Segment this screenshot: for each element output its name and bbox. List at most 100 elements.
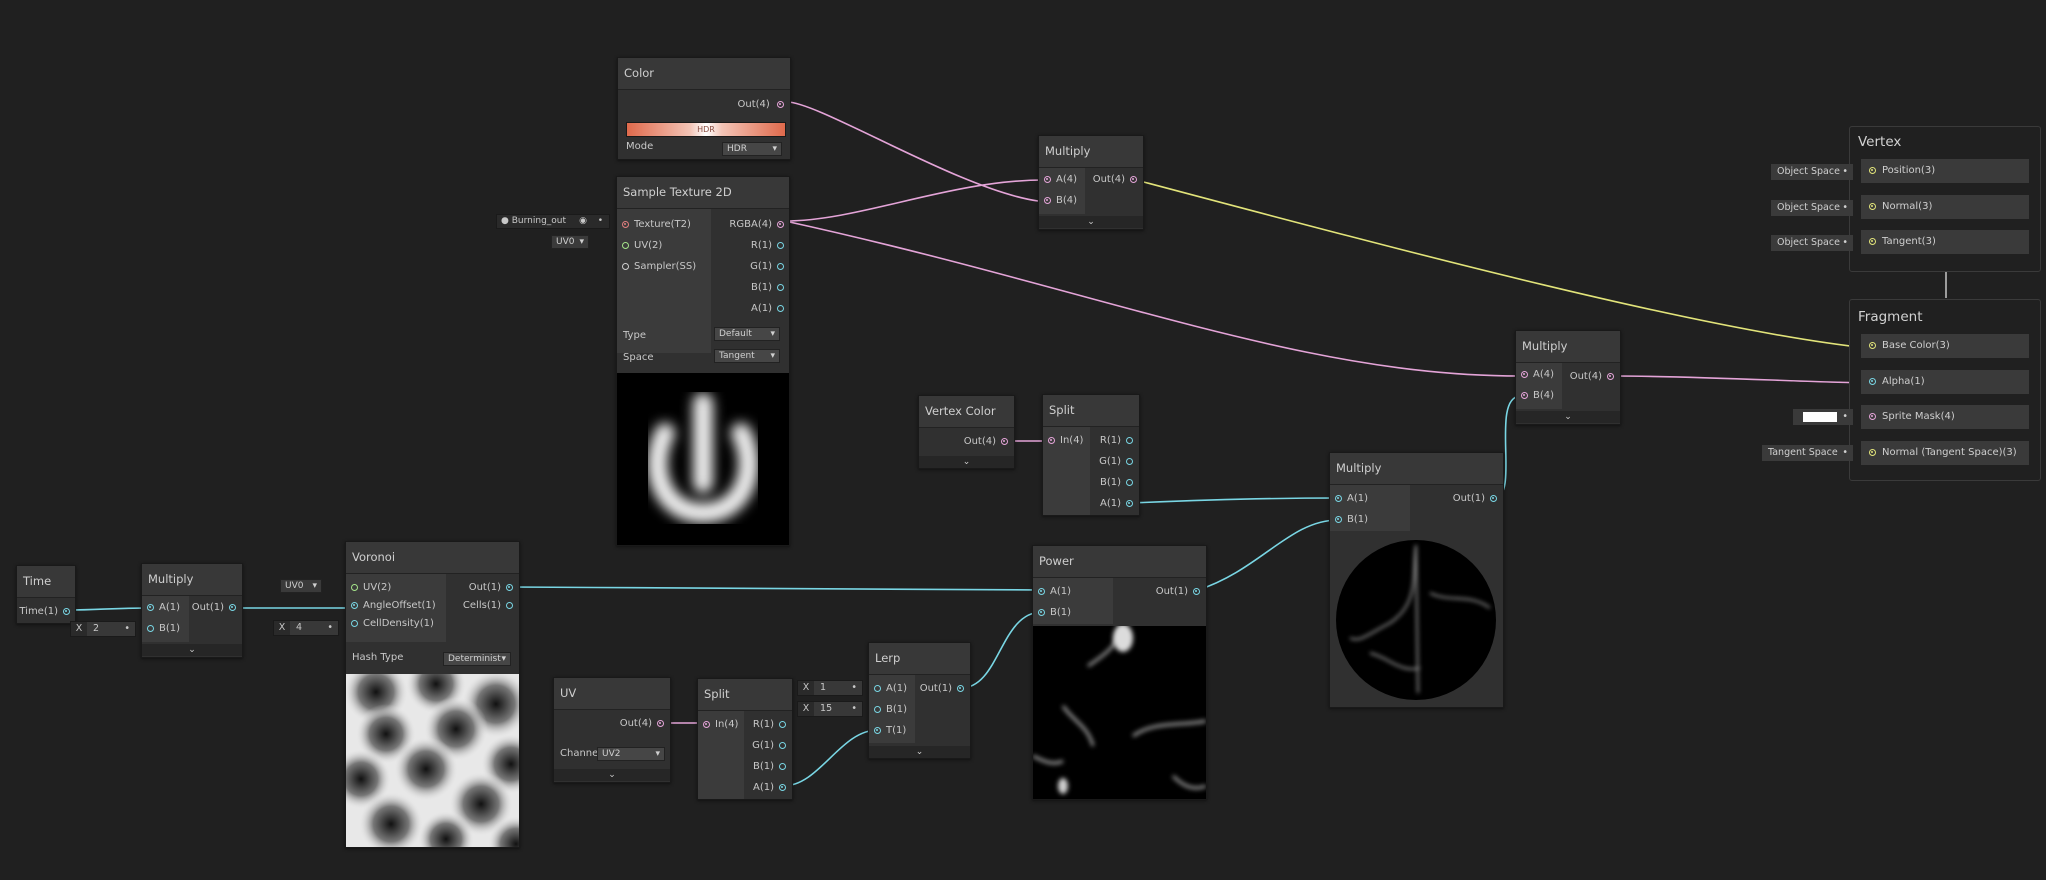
- collapse-chevron-icon[interactable]: ⌄: [869, 746, 970, 758]
- object-picker-icon[interactable]: ◉: [579, 215, 587, 227]
- slot-alpha[interactable]: Alpha(1): [1861, 370, 2029, 394]
- voronoi-node[interactable]: Voronoi UV(2) AngleOffset(1) CellDensity…: [345, 541, 520, 848]
- color-node[interactable]: Color Out(4) HDR Mode HDR: [617, 57, 791, 160]
- rgba-out-port[interactable]: [777, 221, 784, 228]
- collapse-chevron-icon[interactable]: ⌄: [142, 644, 242, 656]
- split-bottom-b-port[interactable]: [779, 763, 786, 770]
- split-bottom-in-port[interactable]: [703, 721, 710, 728]
- texture-in-port[interactable]: [622, 221, 629, 228]
- split-top-r-port[interactable]: [1126, 437, 1133, 444]
- space-dropdown[interactable]: Tangent: [714, 349, 780, 363]
- multiply-right-b-port[interactable]: [1521, 392, 1528, 399]
- lerp-b-port[interactable]: [874, 706, 881, 713]
- multiply-right-a-port[interactable]: [1521, 371, 1528, 378]
- vertex-color-node[interactable]: Vertex Color Out(4) ⌄: [918, 395, 1015, 469]
- tangent-space-field[interactable]: Object Space •: [1771, 235, 1853, 251]
- alpha-port[interactable]: [1869, 378, 1876, 385]
- hdr-color-swatch[interactable]: HDR: [626, 122, 786, 137]
- a-out-port[interactable]: [777, 305, 784, 312]
- multiply-left-b-port[interactable]: [147, 625, 154, 632]
- fragment-stack[interactable]: Fragment Base Color(3) Alpha(1) Sprite M…: [1849, 299, 2041, 481]
- voronoi-cells-port[interactable]: [506, 602, 513, 609]
- slot-sprite-mask[interactable]: Sprite Mask(4): [1861, 405, 2029, 429]
- type-dropdown[interactable]: Default: [714, 327, 780, 341]
- b-out-port[interactable]: [777, 284, 784, 291]
- collapse-chevron-icon[interactable]: ⌄: [554, 769, 670, 781]
- tangent-port[interactable]: [1869, 238, 1876, 245]
- power-a-port[interactable]: [1038, 588, 1045, 595]
- slot-position[interactable]: Position(3): [1861, 159, 2029, 183]
- time-node[interactable]: Time Time(1): [16, 565, 76, 624]
- color-out-port[interactable]: [777, 101, 784, 108]
- sampler-in-port[interactable]: [622, 263, 629, 270]
- voronoi-density-value[interactable]: 4: [296, 622, 302, 633]
- power-node[interactable]: Power A(1) B(1) Out(1): [1032, 545, 1207, 800]
- split-top-in-port[interactable]: [1048, 437, 1055, 444]
- split-bottom-g-port[interactable]: [779, 742, 786, 749]
- voronoi-uv-port[interactable]: [351, 584, 358, 591]
- g-out-port[interactable]: [777, 263, 784, 270]
- r-out-port[interactable]: [777, 242, 784, 249]
- voronoi-out-port[interactable]: [506, 584, 513, 591]
- multiply-node-mid[interactable]: Multiply A(1) B(1) Out(1): [1329, 452, 1504, 708]
- lerp-b-field[interactable]: X 15 •: [797, 701, 863, 717]
- voronoi-density-port[interactable]: [351, 620, 358, 627]
- position-port[interactable]: [1869, 167, 1876, 174]
- mode-dropdown[interactable]: HDR: [722, 142, 782, 156]
- split-top-g-port[interactable]: [1126, 458, 1133, 465]
- hash-type-dropdown[interactable]: Determinist: [443, 652, 511, 666]
- split-bottom-r-port[interactable]: [779, 721, 786, 728]
- voronoi-density-field[interactable]: X 4 •: [273, 620, 339, 636]
- split-node-bottom[interactable]: Split In(4) R(1) G(1) B(1) A(1): [697, 678, 793, 800]
- slot-normal-tangent[interactable]: Normal (Tangent Space)(3): [1861, 441, 2029, 465]
- normal-port[interactable]: [1869, 203, 1876, 210]
- power-out-port[interactable]: [1193, 588, 1200, 595]
- split-node-top[interactable]: Split In(4) R(1) G(1) B(1) A(1): [1042, 394, 1140, 516]
- multiply-node-right[interactable]: Multiply A(4) B(4) Out(4) ⌄: [1515, 330, 1621, 425]
- multiply-left-b-value[interactable]: 2: [93, 623, 99, 634]
- multiply-node-left[interactable]: Multiply A(1) B(1) Out(1) ⌄: [141, 563, 243, 658]
- uv-in-port[interactable]: [622, 242, 629, 249]
- multiply-right-out-port[interactable]: [1607, 373, 1614, 380]
- multiply-top-b-port[interactable]: [1044, 197, 1051, 204]
- sprite-mask-port[interactable]: [1869, 413, 1876, 420]
- time-out-port[interactable]: [63, 608, 70, 615]
- lerp-t-port[interactable]: [874, 727, 881, 734]
- base-color-port[interactable]: [1869, 342, 1876, 349]
- lerp-a-value[interactable]: 1: [820, 682, 826, 693]
- split-top-a-port[interactable]: [1126, 500, 1133, 507]
- channel-dropdown[interactable]: UV2: [597, 747, 665, 761]
- voronoi-uv-field[interactable]: UV0: [280, 579, 322, 593]
- split-top-b-port[interactable]: [1126, 479, 1133, 486]
- uv-channel-field[interactable]: UV0: [551, 235, 589, 249]
- vertex-stack[interactable]: Vertex Position(3) Normal(3) Tangent(3): [1849, 126, 2041, 272]
- multiply-node-top[interactable]: Multiply A(4) B(4) Out(4) ⌄: [1038, 135, 1144, 230]
- multiply-mid-a-port[interactable]: [1335, 495, 1342, 502]
- slot-tangent[interactable]: Tangent(3): [1861, 230, 2029, 254]
- collapse-chevron-icon[interactable]: ⌄: [1039, 216, 1143, 228]
- lerp-a-port[interactable]: [874, 685, 881, 692]
- sample-texture-2d-node[interactable]: Sample Texture 2D Texture(T2) UV(2) Samp…: [616, 176, 790, 546]
- collapse-chevron-icon[interactable]: ⌄: [1516, 411, 1620, 423]
- texture-input-field[interactable]: ● Burning_out ◉ •: [496, 214, 610, 229]
- lerp-node[interactable]: Lerp A(1) B(1) T(1) Out(1) ⌄: [868, 642, 971, 759]
- multiply-left-out-port[interactable]: [229, 604, 236, 611]
- lerp-b-value[interactable]: 15: [820, 703, 832, 714]
- slot-base-color[interactable]: Base Color(3): [1861, 334, 2029, 358]
- voronoi-angle-port[interactable]: [351, 602, 358, 609]
- normal-tangent-port[interactable]: [1869, 449, 1876, 456]
- normal-tangent-space-field[interactable]: Tangent Space •: [1762, 445, 1853, 461]
- multiply-mid-b-port[interactable]: [1335, 516, 1342, 523]
- position-space-field[interactable]: Object Space •: [1771, 164, 1853, 180]
- multiply-left-b-field[interactable]: X 2 •: [70, 621, 136, 637]
- normal-space-field[interactable]: Object Space •: [1771, 200, 1853, 216]
- split-bottom-a-port[interactable]: [779, 784, 786, 791]
- multiply-left-a-port[interactable]: [147, 604, 154, 611]
- power-b-port[interactable]: [1038, 609, 1045, 616]
- uv-node[interactable]: UV Out(4) Channe UV2 ⌄: [553, 677, 671, 783]
- sprite-mask-color-field[interactable]: •: [1793, 409, 1853, 425]
- multiply-top-out-port[interactable]: [1130, 176, 1137, 183]
- multiply-mid-out-port[interactable]: [1490, 495, 1497, 502]
- collapse-chevron-icon[interactable]: ⌄: [919, 456, 1014, 468]
- lerp-out-port[interactable]: [957, 685, 964, 692]
